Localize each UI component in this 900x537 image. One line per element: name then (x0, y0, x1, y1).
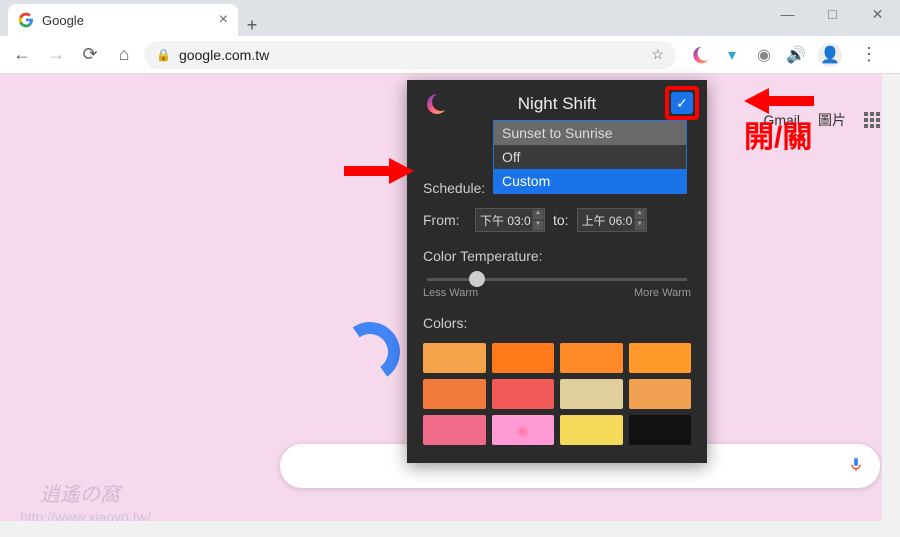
google-favicon (18, 12, 34, 28)
annotation-text-toggle: 開/關 (744, 112, 812, 156)
colors-label: Colors: (423, 315, 691, 331)
to-time-input[interactable]: 上午 06:0 ▲▼ (577, 208, 647, 232)
to-spinner[interactable]: ▲▼ (634, 209, 646, 231)
schedule-option-custom[interactable]: Custom (494, 169, 686, 193)
enable-toggle-checkbox[interactable]: ✓ (671, 92, 693, 114)
reload-button[interactable]: ⟳ (76, 41, 104, 69)
color-swatch-7[interactable] (629, 379, 692, 409)
color-swatch-0[interactable] (423, 343, 486, 373)
bookmark-star-icon[interactable]: ☆ (651, 46, 664, 63)
from-label: From: (423, 212, 467, 228)
color-swatch-10[interactable] (560, 415, 623, 445)
vertical-scrollbar[interactable] (882, 74, 900, 537)
to-time-value: 上午 06:0 (582, 212, 633, 229)
profile-avatar[interactable]: 👤 (818, 43, 842, 67)
home-button[interactable]: ⌂ (110, 41, 138, 69)
address-bar: ← → ⟳ ⌂ 🔒 google.com.tw ☆ ▾ ◉ 🔊 👤 ⋮ (0, 36, 900, 74)
slider-thumb[interactable] (469, 271, 485, 287)
horizontal-scrollbar[interactable] (0, 521, 882, 537)
from-time-value: 下午 03:0 (480, 212, 531, 229)
color-swatch-2[interactable] (560, 343, 623, 373)
color-swatch-8[interactable] (423, 415, 486, 445)
night-shift-popup: Night Shift ✓ Schedule: Sunset to Sunris… (407, 80, 707, 463)
color-swatch-1[interactable] (492, 343, 555, 373)
from-spinner[interactable]: ▲▼ (532, 209, 544, 231)
browser-menu-icon[interactable]: ⋮ (854, 44, 884, 65)
schedule-option-off[interactable]: Off (494, 145, 686, 169)
popup-title: Night Shift (518, 94, 596, 114)
color-temp-slider[interactable] (427, 278, 687, 281)
annotation-arrow-schedule (344, 156, 414, 186)
from-time-input[interactable]: 下午 03:0 ▲▼ (475, 208, 545, 232)
schedule-label: Schedule: (423, 180, 489, 196)
images-link[interactable]: 圖片 (818, 110, 846, 130)
sound-icon[interactable]: 🔊 (786, 45, 806, 65)
browser-tab[interactable]: Google × (8, 4, 238, 36)
new-tab-button[interactable]: + (238, 15, 266, 36)
url-input[interactable]: 🔒 google.com.tw ☆ (144, 41, 676, 69)
less-warm-label: Less Warm (423, 287, 478, 299)
forward-button[interactable]: → (42, 41, 70, 69)
tab-title: Google (42, 13, 84, 28)
color-swatches: ◉ (423, 343, 691, 445)
tab-close-icon[interactable]: × (219, 11, 228, 29)
watermark-text: 逍遙の窩 (40, 478, 120, 507)
window-close[interactable]: ✕ (855, 0, 900, 28)
color-swatch-3[interactable] (629, 343, 692, 373)
window-maximize[interactable]: □ (810, 0, 855, 28)
more-warm-label: More Warm (634, 287, 691, 299)
window-minimize[interactable]: — (765, 0, 810, 28)
color-swatch-5[interactable] (492, 379, 555, 409)
voice-search-icon[interactable] (848, 454, 864, 479)
color-swatch-6[interactable] (560, 379, 623, 409)
night-shift-ext-icon[interactable] (690, 45, 710, 65)
schedule-dropdown[interactable]: Sunset to Sunrise Off Custom (493, 120, 687, 194)
back-button[interactable]: ← (8, 41, 36, 69)
color-temp-label: Color Temperature: (423, 248, 691, 264)
lock-icon: 🔒 (156, 48, 171, 62)
color-swatch-4[interactable] (423, 379, 486, 409)
to-label: to: (553, 212, 569, 228)
ext-icon-2[interactable]: ▾ (722, 45, 742, 65)
color-swatch-11[interactable] (629, 415, 692, 445)
google-logo (335, 317, 405, 387)
eye-ext-icon[interactable]: ◉ (754, 45, 774, 65)
url-text: google.com.tw (179, 47, 269, 63)
color-swatch-9[interactable]: ◉ (492, 415, 555, 445)
apps-grid-icon[interactable] (864, 112, 880, 128)
night-shift-logo-icon (423, 92, 447, 116)
schedule-option-sunset[interactable]: Sunset to Sunrise (494, 121, 686, 145)
